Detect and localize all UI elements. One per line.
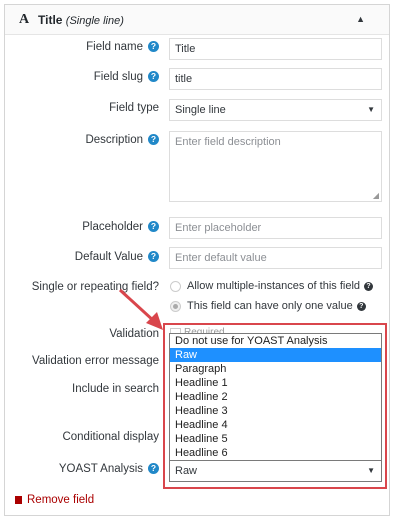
help-icon[interactable]: ?	[148, 251, 159, 262]
description-label: Description?	[85, 134, 159, 146]
field-type-select[interactable]: Single line ▼	[169, 99, 382, 121]
help-icon[interactable]: ?	[148, 41, 159, 52]
field-title: Title (Single line)	[38, 13, 124, 27]
default-value-label: Default Value?	[75, 251, 159, 263]
trash-icon	[15, 496, 22, 504]
remove-field-link[interactable]: Remove field	[15, 494, 94, 506]
include-search-label: Include in search	[72, 383, 159, 395]
field-subtitle: (Single line)	[65, 15, 124, 27]
radio-multiple[interactable]	[170, 281, 181, 292]
collapse-caret-icon[interactable]: ▲	[356, 14, 365, 24]
validation-error-label: Validation error message	[32, 355, 159, 367]
field-header[interactable]: A Title (Single line) ▲	[5, 5, 389, 35]
resize-grip-icon[interactable]: ◢	[373, 191, 379, 200]
field-slug-label: Field slug?	[94, 71, 159, 83]
help-icon[interactable]: ?	[148, 463, 159, 474]
annotation-highlight-box	[163, 323, 387, 489]
repeating-label: Single or repeating field?	[31, 281, 159, 293]
conditional-display-label: Conditional display	[62, 431, 159, 443]
help-icon[interactable]: ?	[148, 221, 159, 232]
help-icon[interactable]: ?	[148, 71, 159, 82]
field-slug-input[interactable]: title	[169, 68, 382, 90]
description-textarea[interactable]: Enter field description ◢	[169, 131, 382, 202]
placeholder-label: Placeholder?	[82, 221, 159, 233]
field-type-value: Single line	[175, 104, 226, 116]
help-icon[interactable]: ?	[364, 282, 374, 291]
text-field-icon: A	[19, 12, 30, 27]
description-placeholder: Enter field description	[175, 136, 281, 148]
placeholder-input[interactable]: Enter placeholder	[169, 217, 382, 239]
radio-single[interactable]	[170, 301, 181, 312]
default-value-input[interactable]: Enter default value	[169, 247, 382, 269]
help-icon[interactable]: ?	[148, 134, 159, 145]
field-type-label: Field type	[109, 102, 159, 114]
chevron-down-icon: ▼	[367, 105, 375, 114]
radio-single-label: This field can have only one value?	[187, 300, 366, 312]
help-icon[interactable]: ?	[356, 302, 366, 311]
validation-label: Validation	[109, 328, 159, 340]
field-name-input[interactable]: Title	[169, 38, 382, 60]
yoast-label: YOAST Analysis?	[59, 463, 159, 475]
radio-multiple-label: Allow multiple-instances of this field?	[187, 280, 374, 292]
field-name-label: Field name?	[86, 41, 159, 53]
